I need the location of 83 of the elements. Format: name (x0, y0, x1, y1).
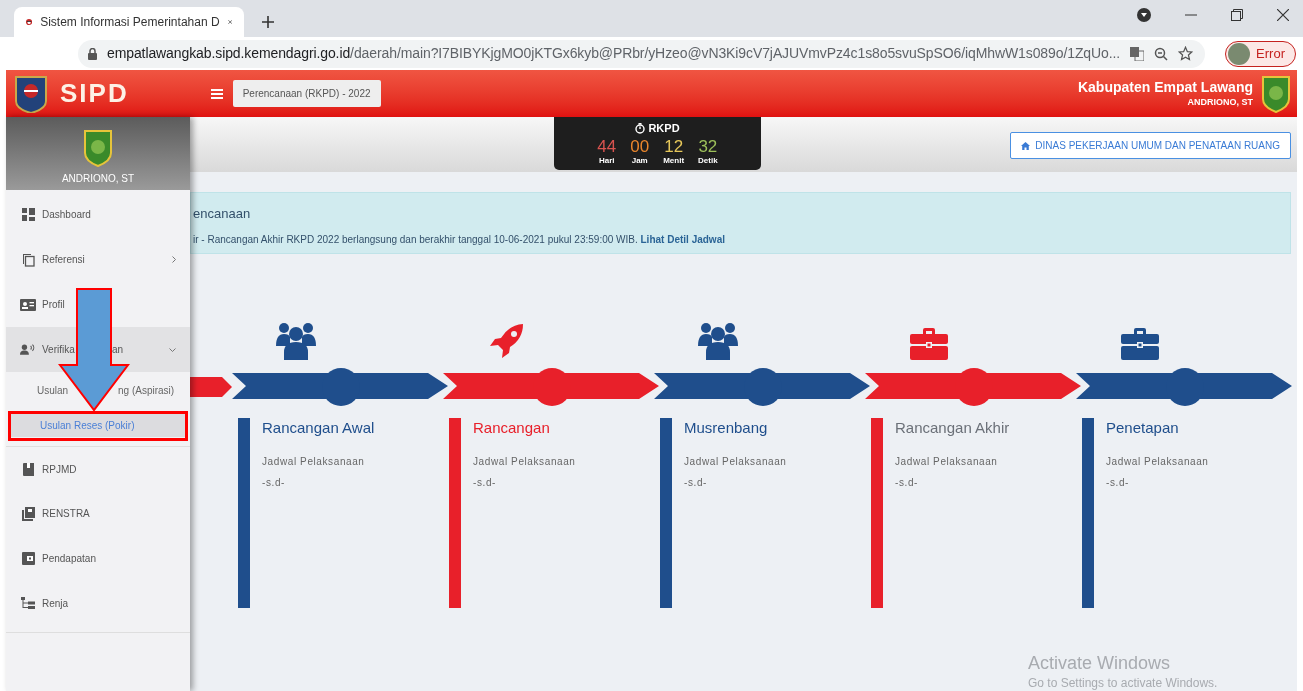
briefcase-icon (1120, 328, 1159, 360)
menu-label: Usulan (37, 383, 70, 398)
regency-crest-icon (1261, 74, 1291, 113)
countdown-unit: Menit (663, 155, 685, 166)
person-speaking-icon (20, 344, 36, 355)
submenu-item[interactable]: Usulan ng (Aspirasi) (10, 372, 186, 408)
profile-error-button[interactable]: Error (1225, 40, 1296, 67)
home-icon (1021, 141, 1031, 150)
book-icon (22, 462, 34, 476)
briefcase-icon (909, 328, 948, 360)
stage-title: Penetapan (1106, 418, 1180, 438)
module-label[interactable]: Perencanaan (RKPD) - 2022 (232, 80, 381, 107)
countdown-unit: Hari (599, 155, 615, 166)
sidebar-item[interactable]: Renja (6, 581, 190, 626)
address-bar[interactable]: empatlawangkab.sipd.kemendagri.go.id/daerah/main?I7BIBYKjgMO0jKTGx6kyb@PRbr/yHzeo@vN3Ki9cV7jAJUVmvPz4c1s8o5svuSpSO6/iqMhwW1s089o/1ZqUo... (78, 39, 1206, 68)
new-tab-icon[interactable] (262, 16, 274, 28)
close-icon[interactable] (227, 17, 232, 27)
group-icon (274, 322, 317, 360)
close-icon[interactable] (1277, 9, 1289, 21)
stage-title: Rancangan (473, 418, 551, 438)
restore-icon[interactable] (1231, 9, 1243, 21)
schedule-dates: -s.d- (262, 476, 286, 490)
menu-label: ng (Aspirasi) (118, 383, 175, 398)
browser-tab[interactable]: Sistem Informasi Pemerintahan D (14, 7, 244, 37)
countdown-value: 32 (698, 137, 718, 156)
sidebar-item[interactable]: RPJMD (6, 446, 190, 491)
sidebar-item[interactable]: Dashboard (6, 192, 190, 237)
stage-title: Rancangan Akhir (895, 418, 1010, 438)
schedule-dates: -s.d- (895, 476, 919, 490)
stage-title: Musrenbang (684, 418, 769, 438)
countdown-title: RKPD (648, 121, 680, 136)
regency-crest-icon (83, 129, 113, 167)
stage-title: Rancangan Awal (262, 418, 375, 438)
schedule-dates: -s.d- (684, 476, 708, 490)
dashboard-icon (21, 208, 35, 221)
department-button[interactable]: DINAS PEKERJAAN UMUM DAN PENATAAN RUANG (1010, 132, 1291, 159)
schedule-dates: -s.d- (473, 476, 497, 490)
copy-icon (21, 252, 35, 267)
alert-message: ir - Rancangan Akhir RKPD 2022 berlangsung dan berakhir tanggal 10-06-2021 pukul 23:59:00 WIB. Lihat Detil Jadwal (193, 232, 726, 247)
schedule-link[interactable]: Lihat Detil Jadwal (640, 233, 725, 245)
menu-label: an (112, 343, 125, 357)
menu-icon[interactable] (210, 88, 223, 99)
sidebar-item[interactable]: Profil (6, 282, 190, 327)
sidebar-item[interactable]: Referensi (6, 237, 190, 282)
emblem-icon (14, 74, 48, 113)
countdown-unit: Detik (698, 155, 718, 166)
region-name: Kabupaten Empat Lawang (1077, 77, 1253, 96)
chevron-right-icon (172, 256, 176, 263)
countdown-value: 12 (664, 137, 684, 156)
user-name: ANDRIONO, ST (1187, 95, 1253, 109)
books-icon (21, 506, 35, 521)
activation-notice-title: Activate Windows (1028, 652, 1172, 674)
dropdown-circle-icon[interactable] (1137, 8, 1151, 22)
sidebar-item[interactable]: RENSTRA (6, 491, 190, 536)
stopwatch-icon (635, 122, 646, 134)
countdown-unit: Jam (631, 155, 648, 166)
tab-title: Sistem Informasi Pemerintahan D (40, 14, 220, 31)
alert-title: encanaan (193, 205, 252, 223)
star-icon[interactable] (1178, 46, 1194, 61)
countdown-value: 00 (630, 137, 650, 156)
zoom-out-icon[interactable] (1154, 46, 1169, 61)
url-text: empatlawangkab.sipd.kemendagri.go.id/daerah/main?I7BIBYKjgMO0jKTGx6kyb@PRbr/yHzeo@vN3Ki9cV7jAJUVmvPz4c1s8o5svuSpSO6/iqMhwW1s089o/1ZqUo... (107, 44, 1121, 63)
activation-notice-text: Go to Settings to activate Windows. (1028, 676, 1218, 690)
translate-icon[interactable] (1130, 46, 1145, 61)
avatar-placeholder (1228, 42, 1251, 65)
rocket-icon (489, 324, 524, 360)
schedule-label: Jadwal Pelaksanaan (473, 455, 576, 469)
tree-structure-icon (21, 597, 35, 610)
brand-name: SIPD (60, 77, 129, 110)
schedule-label: Jadwal Pelaksanaan (895, 455, 999, 469)
schedule-dates: -s.d- (1106, 476, 1130, 490)
schedule-label: Jadwal Pelaksanaan (684, 455, 787, 469)
wallet-icon (21, 552, 35, 565)
schedule-label: Jadwal Pelaksanaan (1106, 455, 1209, 469)
schedule-label: Jadwal Pelaksanaan (262, 455, 366, 469)
lock-icon (88, 47, 97, 60)
menu-label: Verifika (42, 343, 76, 357)
countdown-value: 44 (597, 137, 617, 156)
sidebar-user-name: ANDRIONO, ST (61, 172, 135, 186)
id-card-icon (20, 298, 36, 311)
chevron-down-icon (169, 347, 176, 352)
group-icon (696, 322, 739, 360)
sidebar-item[interactable]: Pendapatan (6, 536, 190, 581)
